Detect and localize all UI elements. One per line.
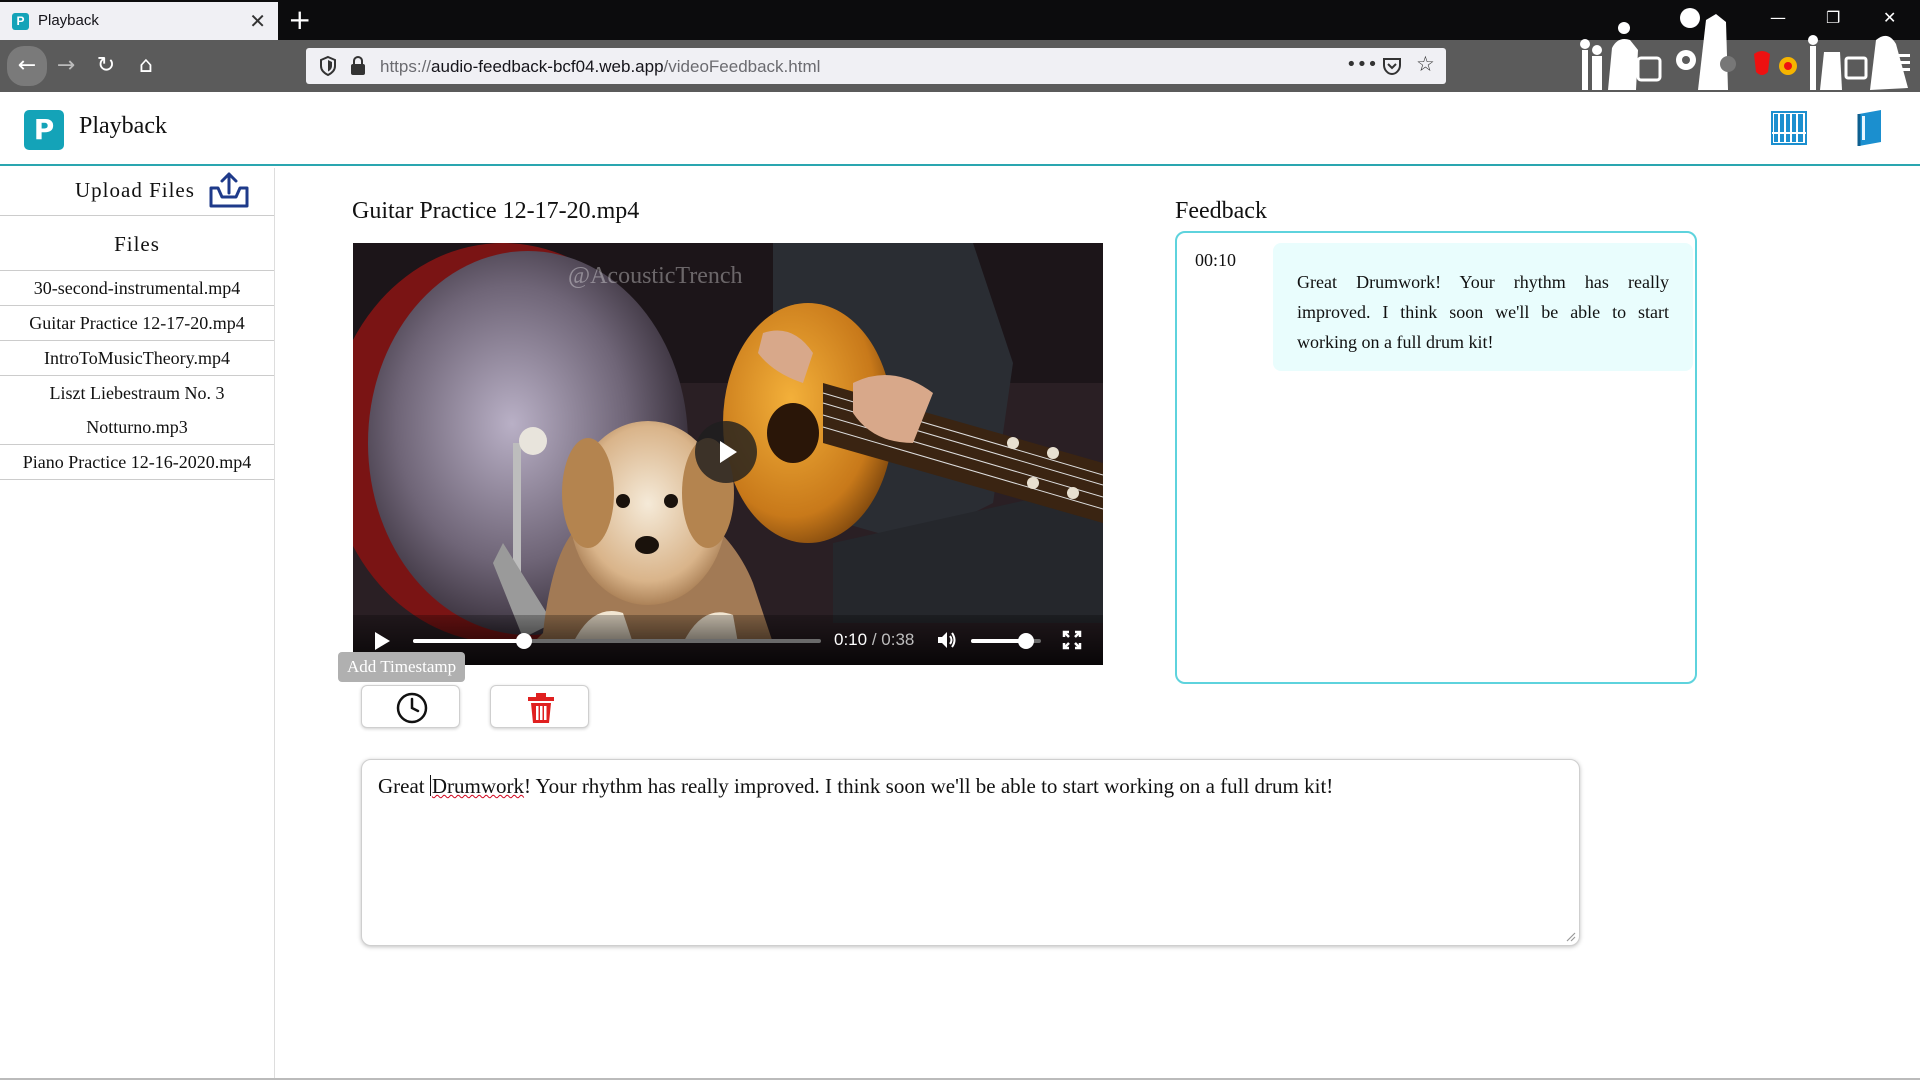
more-icon[interactable]: ••• [1346,54,1378,75]
forward-icon[interactable]: → [49,49,83,83]
browser-tab[interactable]: P Playback ✕ [0,2,278,40]
video-title: Guitar Practice 12-17-20.mp4 [352,198,640,224]
feedback-comment: Great Drumwork! Your rhythm has really i… [1273,243,1693,371]
misspelled-word[interactable]: Drumwork [432,774,524,798]
home-icon[interactable]: ⌂ [129,49,163,83]
back-icon[interactable]: ← [7,46,47,86]
new-tab-icon[interactable]: + [288,3,311,36]
app-header: P Playback [0,92,1920,166]
volume-slider[interactable] [971,633,1041,649]
upload-files-label: Upload Files [75,178,195,202]
feedback-panel: 00:10 Great Drumwork! Your rhythm has re… [1175,231,1697,684]
shield-icon[interactable] [318,55,338,77]
upload-tray-icon [209,172,249,208]
volume-icon[interactable] [936,629,958,651]
seek-slider[interactable] [413,633,821,649]
app-title: Playback [79,113,167,139]
sidebar: Upload Files Files 30-second-instrumenta… [0,168,275,1080]
file-item[interactable]: Guitar Practice 12-17-20.mp4 [0,306,274,341]
file-item[interactable]: Piano Practice 12-16-2020.mp4 [0,445,274,480]
video-watermark: @AcousticTrench [568,263,743,289]
file-item[interactable]: IntroToMusicTheory.mp4 [0,341,274,376]
piano-keys-icon[interactable] [1771,110,1807,146]
big-play-button[interactable] [695,421,757,483]
resize-handle-icon[interactable] [1564,930,1576,942]
time-display: 0:10 / 0:38 [834,630,914,650]
pocket-icon[interactable] [1382,56,1402,76]
trash-icon [528,693,554,723]
tab-favicon-icon: P [12,13,29,30]
book-icon[interactable] [1857,108,1883,148]
lock-icon[interactable] [350,56,366,76]
feedback-textarea[interactable]: Great Drumwork! Your rhythm has really i… [361,759,1580,946]
theme-silhouettes-decoration [1580,8,1910,90]
feedback-timestamp[interactable]: 00:10 [1195,250,1236,271]
volume-handle[interactable] [1017,633,1034,649]
app-logo-icon[interactable]: P [24,110,64,150]
feedback-textarea-text: Great Drumwork! Your rhythm has really i… [378,774,1334,798]
url-bar[interactable]: https://audio-feedback-bcf04.web.app/vid… [306,48,1446,84]
url-text[interactable]: https://audio-feedback-bcf04.web.app/vid… [380,57,820,77]
seek-handle[interactable] [516,633,533,649]
video-player[interactable]: @AcousticTrench 0:10 / 0:38 [353,243,1103,665]
feedback-title: Feedback [1175,198,1267,224]
text-caret [429,775,431,796]
file-item[interactable]: 30-second-instrumental.mp4 [0,271,274,306]
clock-icon [396,692,428,724]
fullscreen-icon[interactable] [1062,630,1082,650]
tab-close-icon[interactable]: ✕ [249,9,266,34]
add-timestamp-button[interactable] [361,685,460,728]
current-time: 0:10 [834,630,868,649]
seek-progress [413,639,525,643]
reload-icon[interactable]: ↻ [89,49,123,83]
upload-files-button[interactable]: Upload Files [0,168,274,216]
tab-title: Playback [38,12,99,29]
play-icon[interactable] [375,632,390,650]
files-list: 30-second-instrumental.mp4 Guitar Practi… [0,270,274,480]
file-item[interactable]: Liszt Liebestraum No. 3 Notturno.mp3 [0,376,274,445]
delete-button[interactable] [490,685,589,728]
duration: / 0:38 [871,630,915,649]
video-controls: 0:10 / 0:38 [353,615,1103,665]
add-timestamp-tooltip: Add Timestamp [338,652,466,682]
files-heading: Files [114,232,160,256]
bookmark-star-icon[interactable]: ☆ [1416,52,1435,76]
